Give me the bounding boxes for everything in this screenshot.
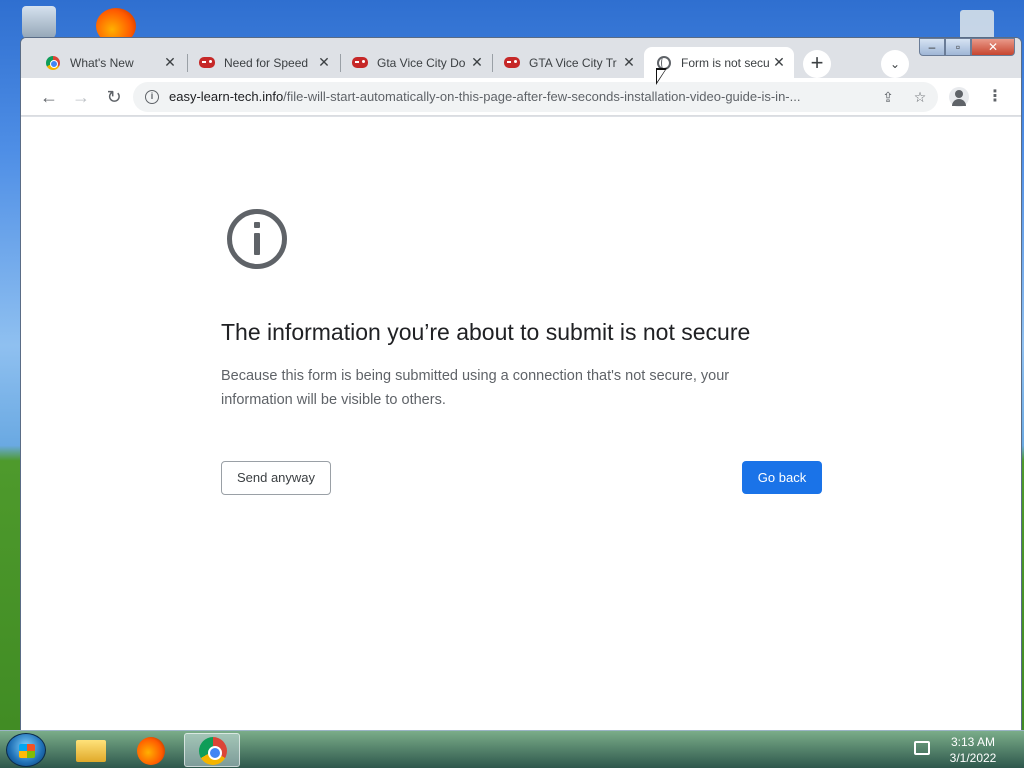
recycle-bin-icon[interactable]	[22, 6, 56, 40]
share-icon[interactable]: ⇪	[879, 88, 897, 106]
window-controls: – ▫ ✕	[919, 38, 1015, 58]
profile-icon[interactable]	[949, 87, 969, 107]
tab-title: Gta Vice City Do	[377, 55, 466, 70]
tab-title: What's New	[70, 55, 134, 70]
start-button[interactable]	[6, 733, 46, 767]
firefox-taskbar-icon[interactable]	[122, 733, 178, 767]
tab-gta-vice-city-tr[interactable]: GTA Vice City Tr ✕	[492, 47, 644, 78]
gamepad-icon	[352, 55, 368, 71]
url-text[interactable]: easy-learn-tech.info/file-will-start-aut…	[169, 89, 869, 104]
forward-arrow-icon[interactable]: →	[70, 86, 92, 108]
tab-title: GTA Vice City Tr	[529, 55, 617, 70]
warning-description: Because this form is being submitted usi…	[221, 368, 730, 408]
close-tab-icon[interactable]: ✕	[622, 55, 636, 69]
clock-time: 3:13 AM	[950, 735, 996, 749]
info-circle-icon	[227, 209, 287, 269]
gamepad-icon	[504, 55, 520, 71]
close-tab-icon[interactable]: ✕	[317, 55, 331, 69]
desktop-shortcut-icon[interactable]	[960, 10, 994, 40]
url-path: /file-will-start-automatically-on-this-p…	[283, 89, 801, 104]
address-bar[interactable]: i easy-learn-tech.info/file-will-start-a…	[133, 82, 938, 112]
tab-whats-new[interactable]: What's New ✕	[33, 47, 185, 78]
close-window-button[interactable]: ✕	[971, 38, 1015, 56]
taskbar-clock[interactable]: 3:13 AM 3/1/2022	[944, 734, 1002, 766]
close-tab-icon[interactable]: ✕	[163, 55, 177, 69]
send-anyway-button[interactable]: Send anyway	[221, 461, 331, 495]
reload-icon[interactable]: ↻	[103, 86, 125, 108]
maximize-button[interactable]: ▫	[945, 38, 971, 56]
close-tab-icon[interactable]: ✕	[772, 55, 786, 69]
tab-title: Form is not secu	[681, 55, 770, 70]
file-explorer-taskbar-icon[interactable]	[62, 733, 118, 767]
tab-search-button[interactable]: ⌄	[881, 50, 909, 78]
tab-strip: What's New ✕ Need for Speed ✕ Gta Vice C…	[21, 38, 1021, 78]
url-host: easy-learn-tech.info	[169, 89, 284, 104]
close-tab-icon[interactable]: ✕	[470, 55, 484, 69]
chrome-taskbar-icon[interactable]	[184, 733, 240, 767]
menu-kebab-icon[interactable]: ⋮	[985, 87, 1005, 107]
tab-need-for-speed[interactable]: Need for Speed ✕	[187, 47, 339, 78]
new-tab-button[interactable]: +	[803, 50, 831, 78]
mouse-cursor-icon	[656, 68, 667, 85]
go-back-button[interactable]: Go back	[742, 461, 822, 494]
network-tray-icon[interactable]	[914, 741, 930, 755]
bookmark-star-icon[interactable]: ☆	[911, 88, 929, 106]
page-title: The information you’re about to submit i…	[221, 319, 751, 345]
gamepad-icon	[199, 55, 215, 71]
browser-toolbar: ← → ↻ i easy-learn-tech.info/file-will-s…	[21, 78, 1021, 116]
page-content: The information you’re about to submit i…	[21, 117, 1021, 730]
minimize-button[interactable]: –	[919, 38, 945, 56]
chrome-icon	[45, 55, 61, 71]
site-info-icon[interactable]: i	[145, 90, 159, 104]
taskbar: 3:13 AM 3/1/2022	[0, 730, 1024, 768]
back-arrow-icon[interactable]: ←	[38, 86, 60, 108]
tab-gta-vice-city-do[interactable]: Gta Vice City Do ✕	[340, 47, 492, 78]
browser-window: What's New ✕ Need for Speed ✕ Gta Vice C…	[20, 37, 1022, 731]
clock-date: 3/1/2022	[949, 751, 997, 765]
tab-title: Need for Speed	[224, 55, 309, 70]
